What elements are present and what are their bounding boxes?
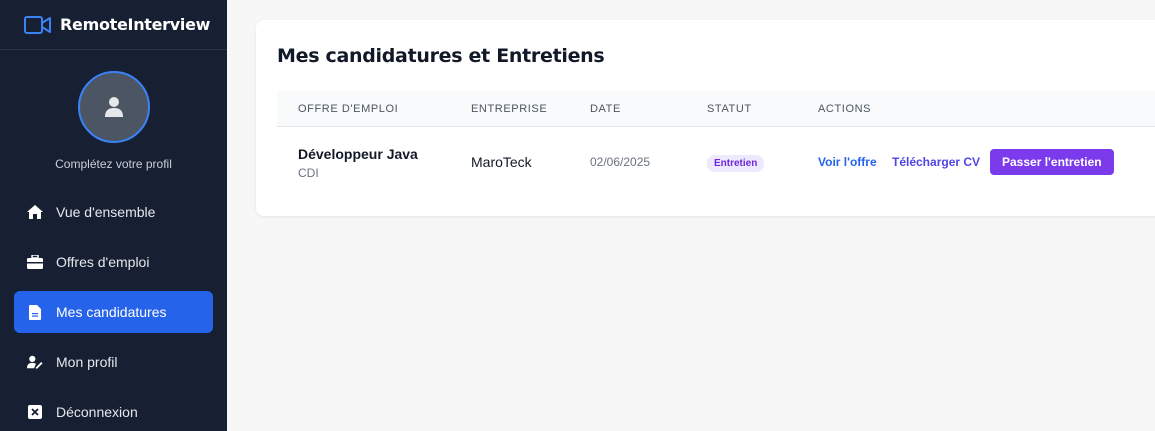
start-interview-button[interactable]: Passer l'entretien [990,149,1114,175]
user-edit-icon [27,354,43,370]
sidebar-item-job-offers[interactable]: Offres d'emploi [14,241,213,283]
header-date: DATE [590,103,621,115]
header-status: STATUT [707,103,752,115]
user-icon [104,97,123,117]
job-cell: Développeur Java CDI [298,146,418,180]
page-title: Mes candidatures et Entretiens [277,45,605,67]
job-type: CDI [298,166,319,180]
job-title: Développeur Java [298,146,418,162]
download-cv-link[interactable]: Télécharger CV [892,155,980,169]
briefcase-icon [27,254,43,270]
sidebar-item-label: Offres d'emploi [56,254,150,270]
sidebar-item-my-applications[interactable]: Mes candidatures [14,291,213,333]
avatar[interactable] [77,71,150,143]
header-company: ENTREPRISE [471,103,548,115]
sidebar-item-logout[interactable]: Déconnexion [14,391,213,431]
table-row: Développeur Java CDI MaroTeck 02/06/2025… [277,127,1155,197]
status-cell: Entretien [707,153,765,172]
document-icon [27,304,43,320]
sidebar-item-label: Mon profil [56,354,118,370]
table-header: OFFRE D'EMPLOI ENTREPRISE DATE STATUT AC… [277,91,1155,127]
status-badge: Entretien [707,155,765,172]
brand[interactable]: RemoteInterview [0,0,227,50]
sidebar: RemoteInterview Complétez votre profil V… [0,0,227,431]
sidebar-item-label: Vue d'ensemble [56,204,156,220]
header-job-offer: OFFRE D'EMPLOI [298,103,399,115]
sidebar-item-my-profile[interactable]: Mon profil [14,341,213,383]
application-date: 02/06/2025 [590,155,651,169]
view-offer-link[interactable]: Voir l'offre [818,155,877,169]
sidebar-item-overview[interactable]: Vue d'ensemble [14,191,213,233]
close-box-icon [27,404,43,420]
header-actions: ACTIONS [818,103,872,115]
company-name: MaroTeck [471,154,532,170]
applications-card: Mes candidatures et Entretiens OFFRE D'E… [256,20,1155,216]
sidebar-item-label: Déconnexion [56,404,138,420]
home-icon [27,204,43,220]
brand-name: RemoteInterview [60,15,211,34]
sidebar-item-label: Mes candidatures [56,304,167,320]
video-camera-icon [24,15,51,34]
sidebar-nav: Vue d'ensemble Offres d'emploi Mes candi… [14,191,213,431]
profile-section: Complétez votre profil [0,50,227,171]
complete-profile-text[interactable]: Complétez votre profil [0,157,227,171]
